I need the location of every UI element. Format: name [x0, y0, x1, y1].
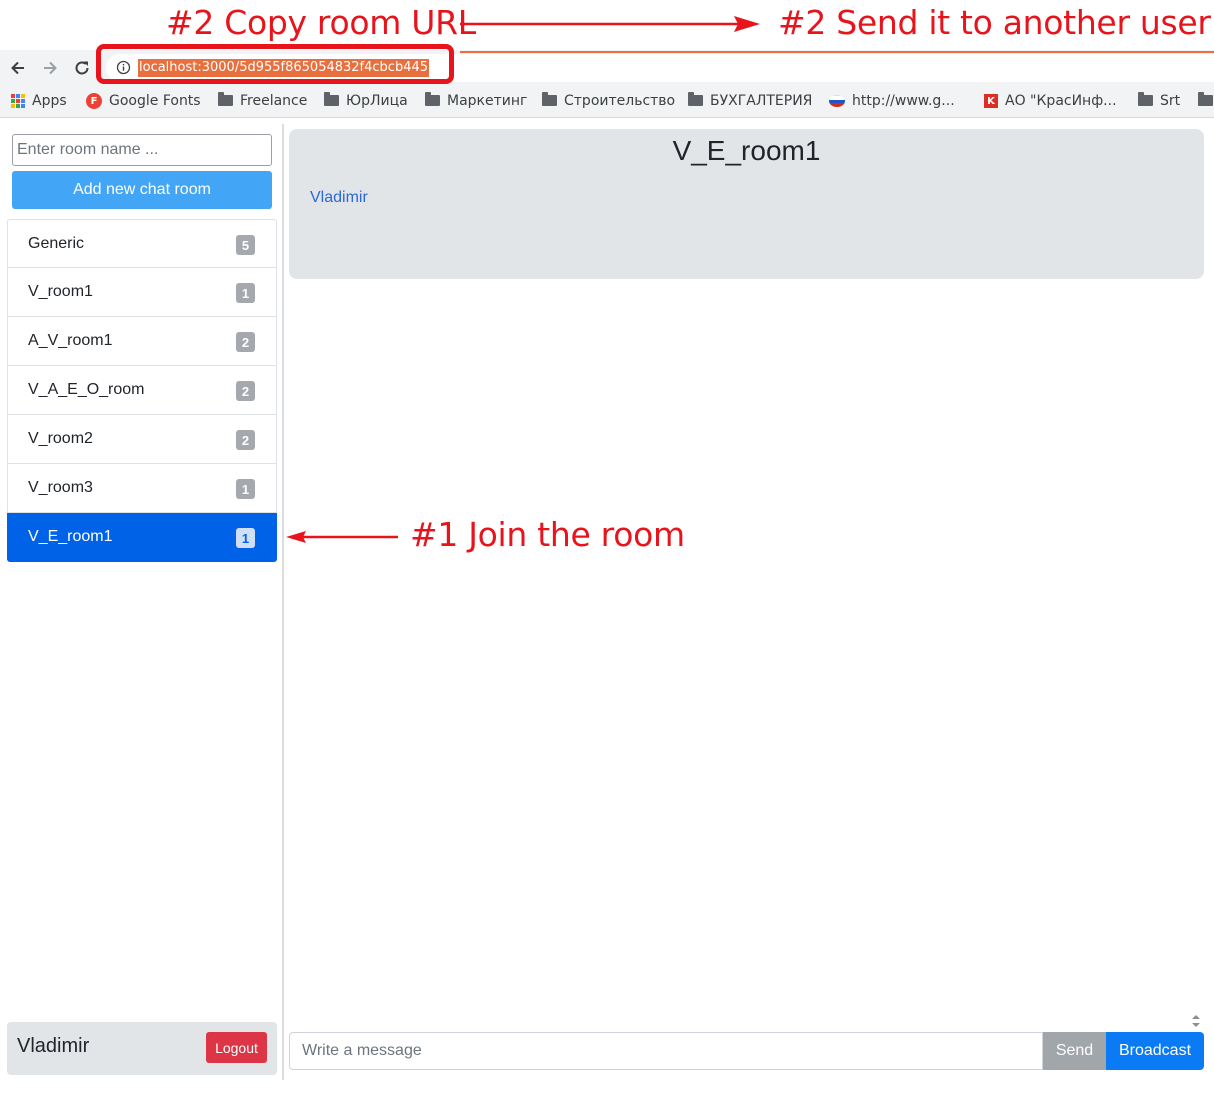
room-count-badge: 1: [236, 479, 255, 499]
forward-icon[interactable]: [37, 55, 63, 81]
room-count-badge: 1: [236, 283, 255, 303]
bookmark-marketing[interactable]: Маркетинг: [425, 91, 527, 111]
annotation-join-room: #1 Join the room: [410, 515, 685, 554]
folder-icon: [218, 91, 233, 106]
room-name: V_room3: [28, 479, 93, 496]
room-name-input[interactable]: [12, 134, 272, 166]
url-highlight-box: [96, 44, 454, 84]
room-item-v-room1[interactable]: V_room1 1: [7, 268, 277, 317]
folder-icon: [425, 91, 440, 106]
bookmark-label: БУХГАЛТЕРИЯ: [710, 93, 813, 109]
room-name: A_V_room1: [28, 332, 113, 349]
arrow-to-active-room: [286, 531, 398, 543]
broadcast-button[interactable]: Broadcast: [1106, 1032, 1204, 1070]
bookmark-accounting[interactable]: БУХГАЛТЕРИЯ: [688, 91, 812, 111]
bookmark-label: АО "КрасИнф...: [1005, 93, 1117, 109]
bookmark-krasinf[interactable]: K АО "КрасИнф...: [984, 91, 1117, 111]
bookmark-overflow[interactable]: [1198, 91, 1213, 111]
logout-button[interactable]: Logout: [206, 1032, 267, 1063]
bookmark-label: ЮрЛица: [346, 93, 408, 109]
annotation-send-to-user: #2 Send it to another user: [778, 3, 1211, 42]
sidebar-divider: [282, 124, 284, 1080]
bookmark-google-fonts[interactable]: F Google Fonts: [86, 91, 201, 111]
bookmark-srt[interactable]: Srt: [1138, 91, 1180, 111]
bookmark-yurlitsa[interactable]: ЮрЛица: [324, 91, 408, 111]
bookmarks-bar: Apps F Google Fonts Freelance ЮрЛица Мар…: [0, 86, 1214, 118]
send-button[interactable]: Send: [1043, 1032, 1106, 1070]
folder-icon: [688, 91, 703, 106]
room-name: V_room1: [28, 283, 93, 300]
reload-icon[interactable]: [69, 55, 95, 81]
google-fonts-icon: F: [86, 93, 102, 109]
russia-flag-icon: [829, 95, 845, 107]
folder-icon: [1138, 91, 1153, 106]
bookmark-apps[interactable]: Apps: [11, 91, 67, 111]
folder-icon: [542, 91, 557, 106]
room-item-v-room2[interactable]: V_room2 2: [7, 415, 277, 464]
room-count-badge: 2: [236, 430, 255, 450]
add-chat-room-button[interactable]: Add new chat room: [12, 171, 272, 209]
bookmark-label: Строительство: [564, 93, 676, 109]
room-header: V_E_room1 Vladimir: [289, 129, 1204, 279]
room-item-a-v-room1[interactable]: A_V_room1 2: [7, 317, 277, 366]
folder-icon: [324, 91, 339, 106]
message-input[interactable]: [289, 1032, 1043, 1070]
apps-icon: [11, 94, 25, 108]
bookmark-www-g[interactable]: http://www.g...: [829, 91, 955, 111]
room-name: V_E_room1: [28, 528, 113, 545]
room-name: Generic: [28, 234, 85, 252]
folder-icon: [1198, 91, 1213, 106]
room-list: Generic 5 V_room1 1 A_V_room1 2 V_A_E_O_…: [7, 219, 277, 562]
room-name: V_room2: [28, 430, 93, 447]
room-item-generic[interactable]: Generic 5: [7, 219, 277, 268]
back-icon[interactable]: [5, 55, 31, 81]
bookmark-label: Freelance: [240, 93, 308, 109]
room-count-badge: 1: [236, 528, 255, 548]
bookmark-label: Srt: [1160, 93, 1181, 109]
annotation-copy-url: #2 Copy room URL: [166, 3, 476, 42]
room-count-badge: 2: [236, 332, 255, 352]
room-item-v-room3[interactable]: V_room3 1: [7, 464, 277, 513]
room-item-v-a-e-o-room[interactable]: V_A_E_O_room 2: [7, 366, 277, 415]
current-user-name: Vladimir: [17, 1035, 90, 1057]
room-title: V_E_room1: [672, 135, 821, 166]
current-user-panel: Vladimir Logout: [7, 1022, 277, 1075]
room-count-badge: 5: [236, 235, 255, 255]
k-icon: K: [984, 94, 998, 108]
bookmark-freelance[interactable]: Freelance: [218, 91, 307, 111]
bookmark-label: Маркетинг: [447, 93, 528, 109]
bookmark-label: http://www.g...: [852, 93, 955, 109]
tab-accent-line: [460, 51, 1214, 53]
room-count-badge: 2: [236, 381, 255, 401]
room-member[interactable]: Vladimir: [310, 189, 368, 207]
scroll-arrows-icon[interactable]: [1189, 1012, 1203, 1030]
arrow-to-send-user: [460, 16, 760, 32]
bookmark-construction[interactable]: Строительство: [542, 91, 675, 111]
room-item-v-e-room1[interactable]: V_E_room1 1: [7, 513, 277, 562]
bookmark-label: Apps: [32, 93, 67, 109]
bookmark-label: Google Fonts: [109, 93, 201, 109]
room-name: V_A_E_O_room: [28, 381, 145, 398]
